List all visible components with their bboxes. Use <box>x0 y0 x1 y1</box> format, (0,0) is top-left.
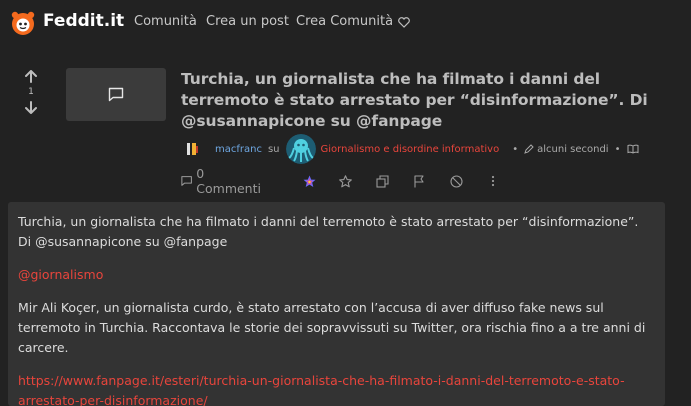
post-thumbnail[interactable] <box>66 68 166 121</box>
brand-name[interactable]: Feddit.it <box>43 11 124 31</box>
community-link[interactable]: Giornalismo e disordine informativo <box>321 144 500 155</box>
nav-link-crea-post[interactable]: Crea un post <box>206 14 289 29</box>
feddit-logo-icon[interactable] <box>10 10 36 36</box>
body-paragraph-1: Turchia, un giornalista che ha filmato i… <box>18 214 639 249</box>
book-icon[interactable] <box>627 144 639 154</box>
in-label: su <box>267 143 280 155</box>
separator-dot: • <box>512 143 519 155</box>
pencil-icon <box>524 144 534 154</box>
community-avatar[interactable] <box>285 134 316 164</box>
more-dots-icon <box>491 175 495 187</box>
star-icon <box>339 174 352 187</box>
more-button[interactable] <box>491 172 495 190</box>
body-paragraph-2: Mir Ali Koçer, un giornalista curdo, è s… <box>18 300 646 355</box>
user-avatar[interactable] <box>183 140 201 158</box>
block-icon <box>450 174 463 188</box>
text-post-icon <box>108 87 124 102</box>
copy-icon <box>376 174 389 188</box>
block-button[interactable] <box>450 172 463 190</box>
donate-heart-icon[interactable] <box>398 17 410 28</box>
rainbow-star-icon <box>303 175 316 187</box>
community-mention-link[interactable]: @giornalismo <box>18 265 655 285</box>
comments-count: 0 Commenti <box>196 166 261 196</box>
nav-link-comunita[interactable]: Comunità <box>134 14 197 29</box>
report-button[interactable] <box>413 172 425 190</box>
top-navbar: Feddit.it Comunità Crea un post Crea Com… <box>0 0 691 44</box>
comments-button[interactable]: 0 Commenti <box>181 166 263 196</box>
comment-icon <box>181 176 192 186</box>
post-title[interactable]: Turchia, un giornalista che ha filmato i… <box>181 69 661 132</box>
vote-column: 1 <box>22 70 40 114</box>
copy-button[interactable] <box>376 172 389 190</box>
score-count: 1 <box>28 87 34 97</box>
save-button[interactable] <box>339 172 352 190</box>
crosspost-button[interactable] <box>303 172 316 190</box>
nav-link-crea-comunita[interactable]: Crea Comunità <box>296 14 393 29</box>
post-body: Turchia, un giornalista che ha filmato i… <box>8 202 665 406</box>
upvote-icon[interactable] <box>25 70 37 83</box>
article-link[interactable]: https://www.fanpage.it/esteri/turchia-un… <box>18 371 655 406</box>
downvote-icon[interactable] <box>25 101 37 114</box>
post-time: alcuni secondi <box>537 143 609 155</box>
post-meta: macfranc su Giornalismo e disordine info… <box>183 134 639 164</box>
author-link[interactable]: macfranc <box>215 144 262 155</box>
separator-dot: • <box>614 143 621 155</box>
flag-icon <box>414 174 424 187</box>
